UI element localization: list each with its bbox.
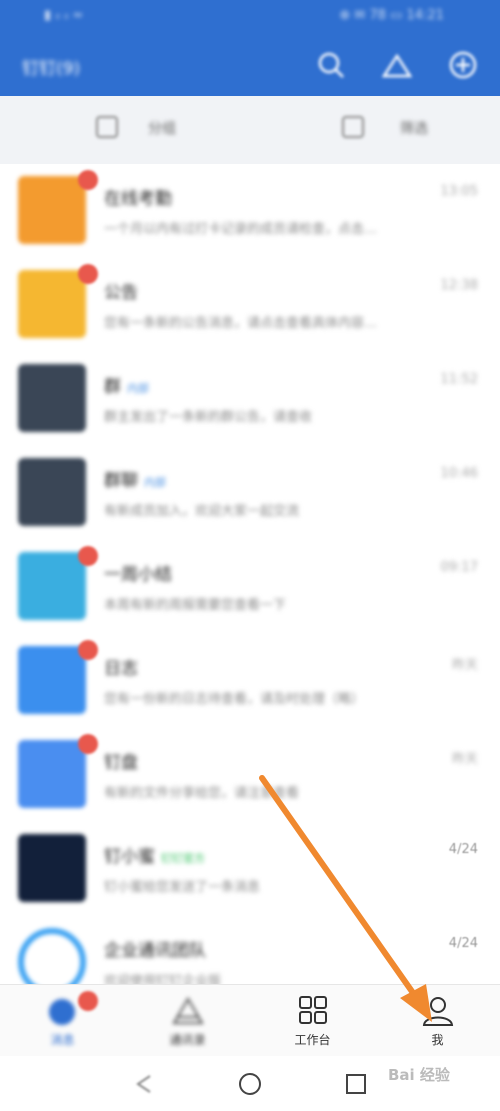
message-preview: 有新成员加入，欢迎大家一起交流 xyxy=(104,504,300,519)
unread-badge xyxy=(78,640,98,660)
add-contact-icon[interactable] xyxy=(380,48,414,82)
tab-label: 工作台 xyxy=(294,1033,331,1047)
person-icon xyxy=(422,997,454,1026)
add-icon[interactable] xyxy=(446,48,480,82)
list-item[interactable]: 钉盘 有新的文件分享给您，请注意查看 昨天 xyxy=(0,728,500,822)
tag-label: 钉钉官方 xyxy=(161,852,205,865)
message-title: 公告 xyxy=(104,283,138,303)
tag-label: 内部 xyxy=(144,476,166,489)
message-time: 昨天 xyxy=(451,658,478,673)
tab-label: 我 xyxy=(431,1033,444,1047)
filter-button[interactable]: 筛选 xyxy=(400,118,428,138)
message-preview: 您有一条新的公告消息，请点击查看具体内容… xyxy=(104,316,378,331)
back-icon[interactable] xyxy=(132,1072,156,1096)
message-time: 昨天 xyxy=(451,752,478,767)
tab-label: 消息 xyxy=(50,1033,75,1047)
message-title: 一周小结 xyxy=(104,565,172,585)
bottom-tab-bar: 消息 通讯录 工作台 我 xyxy=(0,984,500,1057)
group-button[interactable]: 分组 xyxy=(148,118,176,138)
message-time: 4/24 xyxy=(448,842,478,857)
message-title: 钉盘 xyxy=(104,753,138,773)
tab-messages[interactable]: 消息 xyxy=(0,985,125,1057)
message-title: 群内部 xyxy=(104,377,149,397)
message-list: 在线考勤 一个月以内有过打卡记录的成员请检查，点击… 13:05 公告 您有一条… xyxy=(0,164,500,984)
list-item[interactable]: 钉小蜜 钉钉官方 钉小蜜给您发送了一条消息 4/24 xyxy=(0,822,500,916)
message-title: 群聊 内部 xyxy=(104,471,166,491)
status-bar-right: ⊕ ✉ 78 ▭ 14:21 xyxy=(339,8,444,23)
unread-badge xyxy=(78,991,98,1011)
avatar xyxy=(18,552,86,620)
unread-badge xyxy=(78,264,98,284)
message-title: 企业通讯团队 xyxy=(104,941,206,961)
status-bar: ▮ ᵢₗ ᵢₗ ≈ ⊕ ✉ 78 ▭ 14:21 xyxy=(0,0,500,34)
tab-label: 通讯录 xyxy=(169,1033,206,1047)
list-item[interactable]: 群内部 群主发出了一条新的群公告，请查收 11:52 xyxy=(0,352,500,446)
avatar xyxy=(18,740,86,808)
message-title: 钉小蜜 钉钉官方 xyxy=(104,847,205,867)
avatar xyxy=(18,834,86,902)
message-title: 日志 xyxy=(104,659,138,679)
avatar xyxy=(18,458,86,526)
avatar xyxy=(18,928,86,984)
unread-badge xyxy=(78,170,98,190)
avatar xyxy=(18,176,86,244)
message-preview: 欢迎使用钉钉企业版 xyxy=(104,974,222,984)
unread-badge xyxy=(78,734,98,754)
list-item[interactable]: 日志 您有一份新的日志待查看，请及时处理（略） 昨天 xyxy=(0,634,500,728)
search-icon[interactable] xyxy=(314,48,348,82)
contacts-icon xyxy=(172,997,204,1024)
message-preview: 一个月以内有过打卡记录的成员请检查，点击… xyxy=(104,222,378,237)
message-time: 09:17 xyxy=(440,560,478,575)
avatar xyxy=(18,364,86,432)
tab-me[interactable]: 我 xyxy=(375,985,500,1057)
avatar xyxy=(18,646,86,714)
list-item[interactable]: 在线考勤 一个月以内有过打卡记录的成员请检查，点击… 13:05 xyxy=(0,164,500,258)
message-time: 11:52 xyxy=(440,372,478,387)
app-bar: 钉钉(9) xyxy=(0,34,500,96)
message-time: 12:38 xyxy=(440,278,478,293)
list-item[interactable]: 企业通讯团队 欢迎使用钉钉企业版 4/24 xyxy=(0,916,500,984)
message-time: 10:46 xyxy=(440,466,478,481)
message-preview: 钉小蜜给您发送了一条消息 xyxy=(104,880,261,895)
list-item[interactable]: 公告 您有一条新的公告消息，请点击查看具体内容… 12:38 xyxy=(0,258,500,352)
tag-label: 内部 xyxy=(127,382,149,395)
recents-icon[interactable] xyxy=(344,1072,368,1096)
message-preview: 有新的文件分享给您，请注意查看 xyxy=(104,786,300,801)
message-preview: 您有一份新的日志待查看，请及时处理（略） xyxy=(104,692,365,707)
unread-badge xyxy=(78,546,98,566)
message-time: 4/24 xyxy=(448,936,478,951)
message-time: 13:05 xyxy=(440,184,478,199)
workbench-icon xyxy=(299,996,327,1024)
home-icon[interactable] xyxy=(238,1072,262,1096)
status-bar-left: ▮ ᵢₗ ᵢₗ ≈ xyxy=(44,8,84,23)
tab-workbench[interactable]: 工作台 xyxy=(250,985,375,1057)
avatar xyxy=(18,270,86,338)
list-item[interactable]: 一周小结 本周有新的周报需要您查看一下 09:17 xyxy=(0,540,500,634)
tab-contacts[interactable]: 通讯录 xyxy=(125,985,250,1057)
filter-icon xyxy=(342,116,364,138)
message-preview: 群主发出了一条新的群公告，请查收 xyxy=(104,410,313,425)
message-title: 在线考勤 xyxy=(104,189,172,209)
message-preview: 本周有新的周报需要您查看一下 xyxy=(104,598,287,613)
message-icon xyxy=(49,999,75,1025)
watermark: Bai 经验 xyxy=(388,1066,450,1084)
filter-bar: 分组 筛选 xyxy=(0,96,500,164)
app-title: 钉钉(9) xyxy=(22,59,81,79)
group-icon xyxy=(96,116,118,138)
list-item[interactable]: 群聊 内部 有新成员加入，欢迎大家一起交流 10:46 xyxy=(0,446,500,540)
